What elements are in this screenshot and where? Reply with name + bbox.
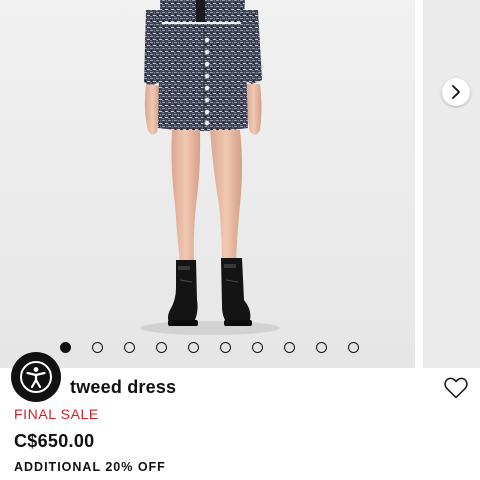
product-image[interactable] bbox=[0, 0, 415, 368]
model-photo bbox=[0, 0, 415, 368]
pagination-dot[interactable] bbox=[156, 342, 167, 353]
final-sale-label: FINAL SALE bbox=[14, 406, 99, 422]
product-image-gallery[interactable] bbox=[0, 0, 480, 368]
accessibility-icon bbox=[20, 361, 52, 393]
pagination-dot[interactable] bbox=[252, 342, 263, 353]
heart-outline-icon bbox=[444, 377, 468, 399]
pagination-dot[interactable] bbox=[316, 342, 327, 353]
product-title: tweed dress bbox=[70, 377, 177, 397]
chevron-right-icon bbox=[452, 85, 460, 99]
pagination-dot[interactable] bbox=[92, 342, 103, 353]
pagination-dot[interactable] bbox=[220, 342, 231, 353]
accessibility-button[interactable] bbox=[11, 352, 61, 402]
next-product-image-preview[interactable] bbox=[423, 0, 480, 368]
pagination-dot[interactable] bbox=[284, 342, 295, 353]
product-price: C$650.00 bbox=[14, 431, 95, 451]
next-image-button[interactable] bbox=[442, 78, 470, 106]
pagination-dot[interactable] bbox=[124, 342, 135, 353]
gallery-pagination bbox=[60, 342, 359, 354]
wishlist-button[interactable] bbox=[443, 375, 469, 401]
pagination-dot[interactable] bbox=[188, 342, 199, 353]
promo-label: ADDITIONAL 20% OFF bbox=[14, 460, 166, 474]
pagination-dot[interactable] bbox=[60, 342, 71, 353]
pagination-dot[interactable] bbox=[348, 342, 359, 353]
